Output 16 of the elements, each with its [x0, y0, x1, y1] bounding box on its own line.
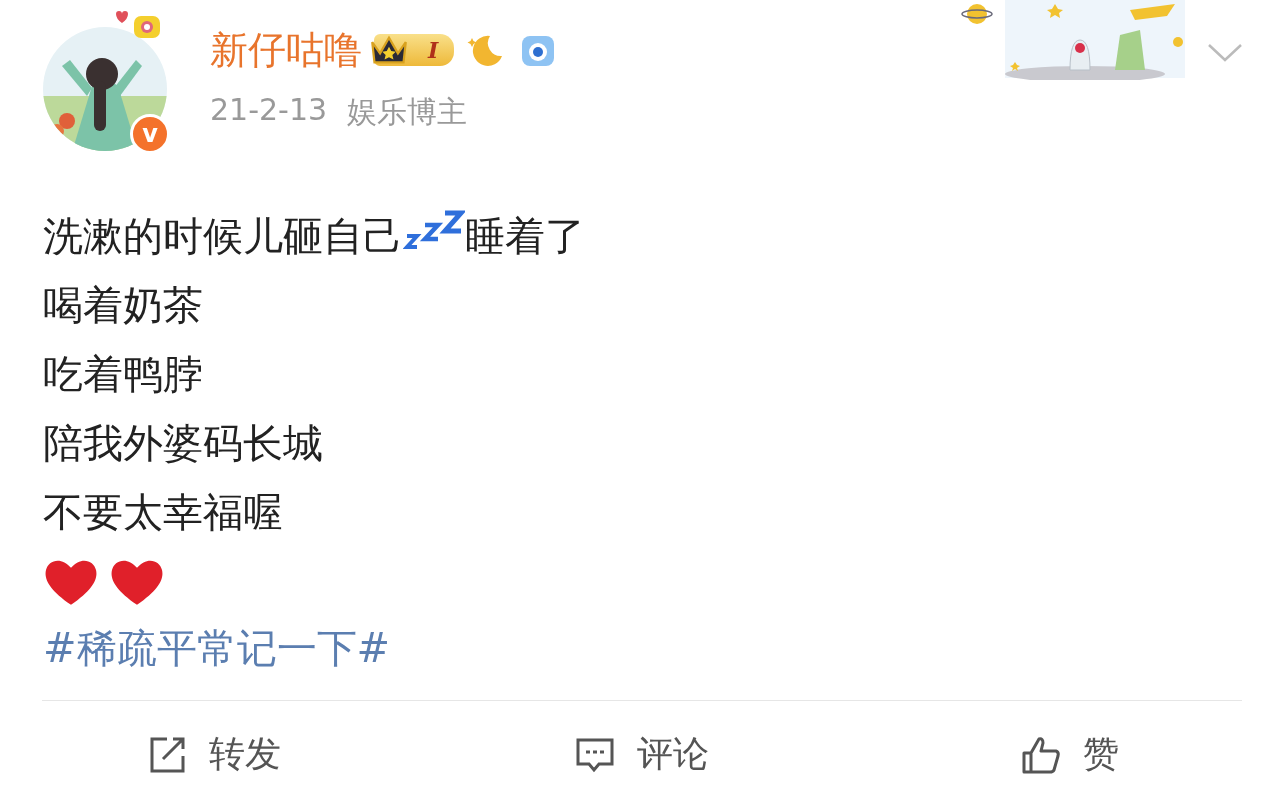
action-button[interactable]: 赞 — [856, 720, 1284, 789]
post-text: 睡着了 — [465, 212, 585, 261]
post-text: 喝着奶茶 — [43, 281, 203, 330]
author-category: 娱乐博主 — [347, 93, 468, 131]
post-text: 洗漱的时候儿砸自己 — [43, 212, 403, 261]
sleep-icon — [403, 209, 465, 250]
member-badge: I — [374, 34, 455, 66]
post-text: 吃着鸭脖 — [43, 350, 203, 399]
verified-badge: v — [130, 114, 170, 154]
post-text: 不要太幸福喔 — [43, 488, 283, 537]
action-button[interactable]: 转发 — [0, 720, 428, 789]
post-text: 陪我外婆码长城 — [43, 419, 323, 468]
post-date: 21-2-13 — [210, 92, 328, 129]
action-button[interactable]: 评论 — [428, 720, 856, 789]
hashtag-link[interactable]: #稀疏平常记一下# — [43, 618, 391, 678]
thumbs-up-icon — [1021, 734, 1061, 775]
